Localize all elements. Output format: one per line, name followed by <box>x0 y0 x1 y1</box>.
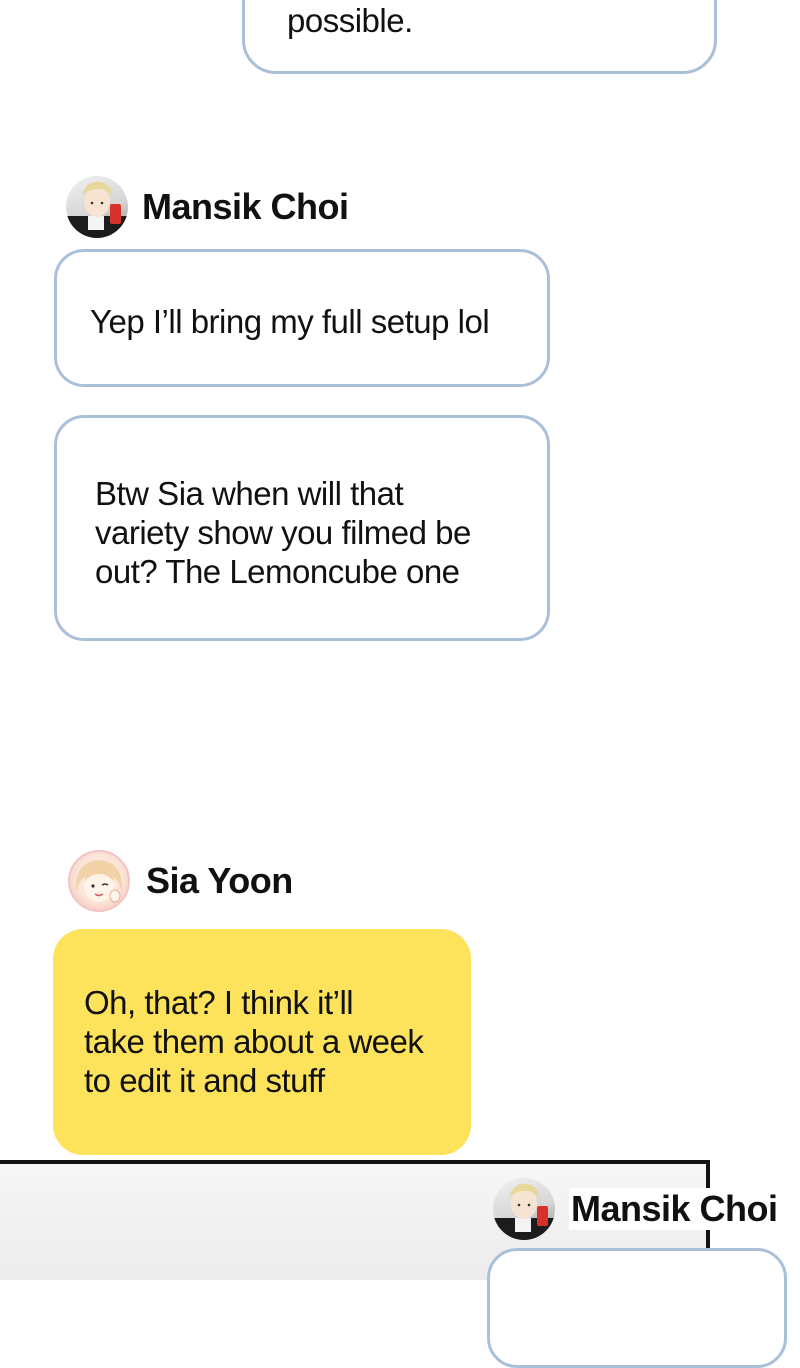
message-bubble-outgoing: possible. <box>242 0 717 74</box>
message-text: Yep I’ll bring my full setup lol <box>90 303 490 340</box>
avatar-mansik-icon[interactable] <box>493 1178 555 1240</box>
message-bubble-highlighted: Oh, that? I think it’ll take them about … <box>53 929 471 1155</box>
message-bubble <box>487 1248 787 1368</box>
sender-name: Mansik Choi <box>569 1188 780 1230</box>
message-text-line: Oh, that? I think it’ll <box>84 984 354 1021</box>
sender-name: Mansik Choi <box>142 186 349 227</box>
avatar-sia-icon[interactable] <box>68 850 130 912</box>
message-text-line: take them about a week <box>84 1023 424 1060</box>
sender-name: Sia Yoon <box>146 860 293 901</box>
sender-header: Mansik Choi <box>66 176 349 238</box>
message-text-line: out? The Lemoncube one <box>95 553 460 590</box>
message-text: possible. <box>287 2 413 39</box>
message-text-line: variety show you filmed be <box>95 514 471 551</box>
message-text-line: to edit it and stuff <box>84 1062 325 1099</box>
sender-header: Mansik Choi <box>493 1178 780 1240</box>
sender-header: Sia Yoon <box>68 850 293 912</box>
avatar-mansik-icon[interactable] <box>66 176 128 238</box>
message-text-line: Btw Sia when will that <box>95 475 404 512</box>
message-bubble: Btw Sia when will that variety show you … <box>54 415 550 641</box>
message-bubble: Yep I’ll bring my full setup lol <box>54 249 550 387</box>
